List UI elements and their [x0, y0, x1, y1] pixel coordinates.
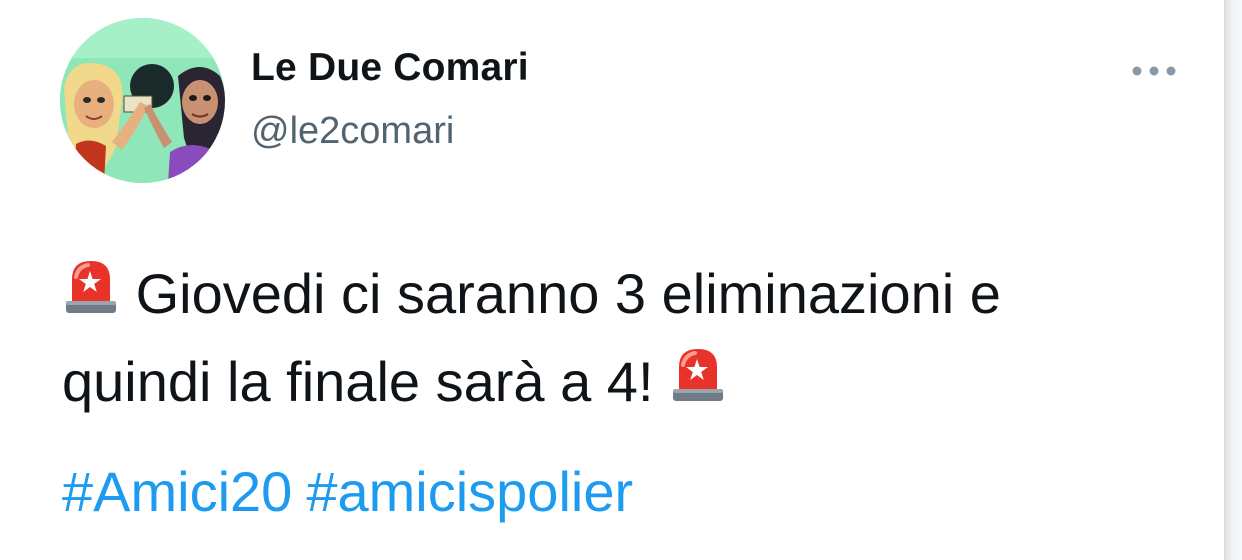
police-siren-icon	[669, 343, 727, 407]
more-horizontal-icon	[1132, 66, 1176, 76]
author-display-name[interactable]: Le Due Comari	[251, 46, 529, 90]
hashtag-link[interactable]: #amicispolier	[306, 460, 633, 523]
tweet-card: Le Due Comari @le2comari Giovedi ci sara…	[0, 0, 1224, 560]
avatar-illustration	[60, 18, 225, 183]
tweet-hashtags: #Amici20 #amicispolier	[62, 448, 633, 536]
tweet-line-2-text: quindi la finale sarà a 4!	[62, 350, 654, 413]
more-options-button[interactable]	[1126, 56, 1182, 86]
tweet-line-1: Giovedi ci saranno 3 eliminazioni e	[62, 250, 1202, 338]
tweet-line-1-text: Giovedi ci saranno 3 eliminazioni e	[135, 262, 1001, 325]
window-edge	[1224, 0, 1242, 560]
hashtag-link[interactable]: #Amici20	[62, 460, 292, 523]
tweet-text: Giovedi ci saranno 3 eliminazioni e quin…	[62, 250, 1202, 426]
author-handle[interactable]: @le2comari	[251, 110, 454, 153]
police-siren-icon	[62, 255, 120, 319]
tweet-line-2: quindi la finale sarà a 4!	[62, 338, 1202, 426]
author-avatar[interactable]	[60, 18, 225, 183]
